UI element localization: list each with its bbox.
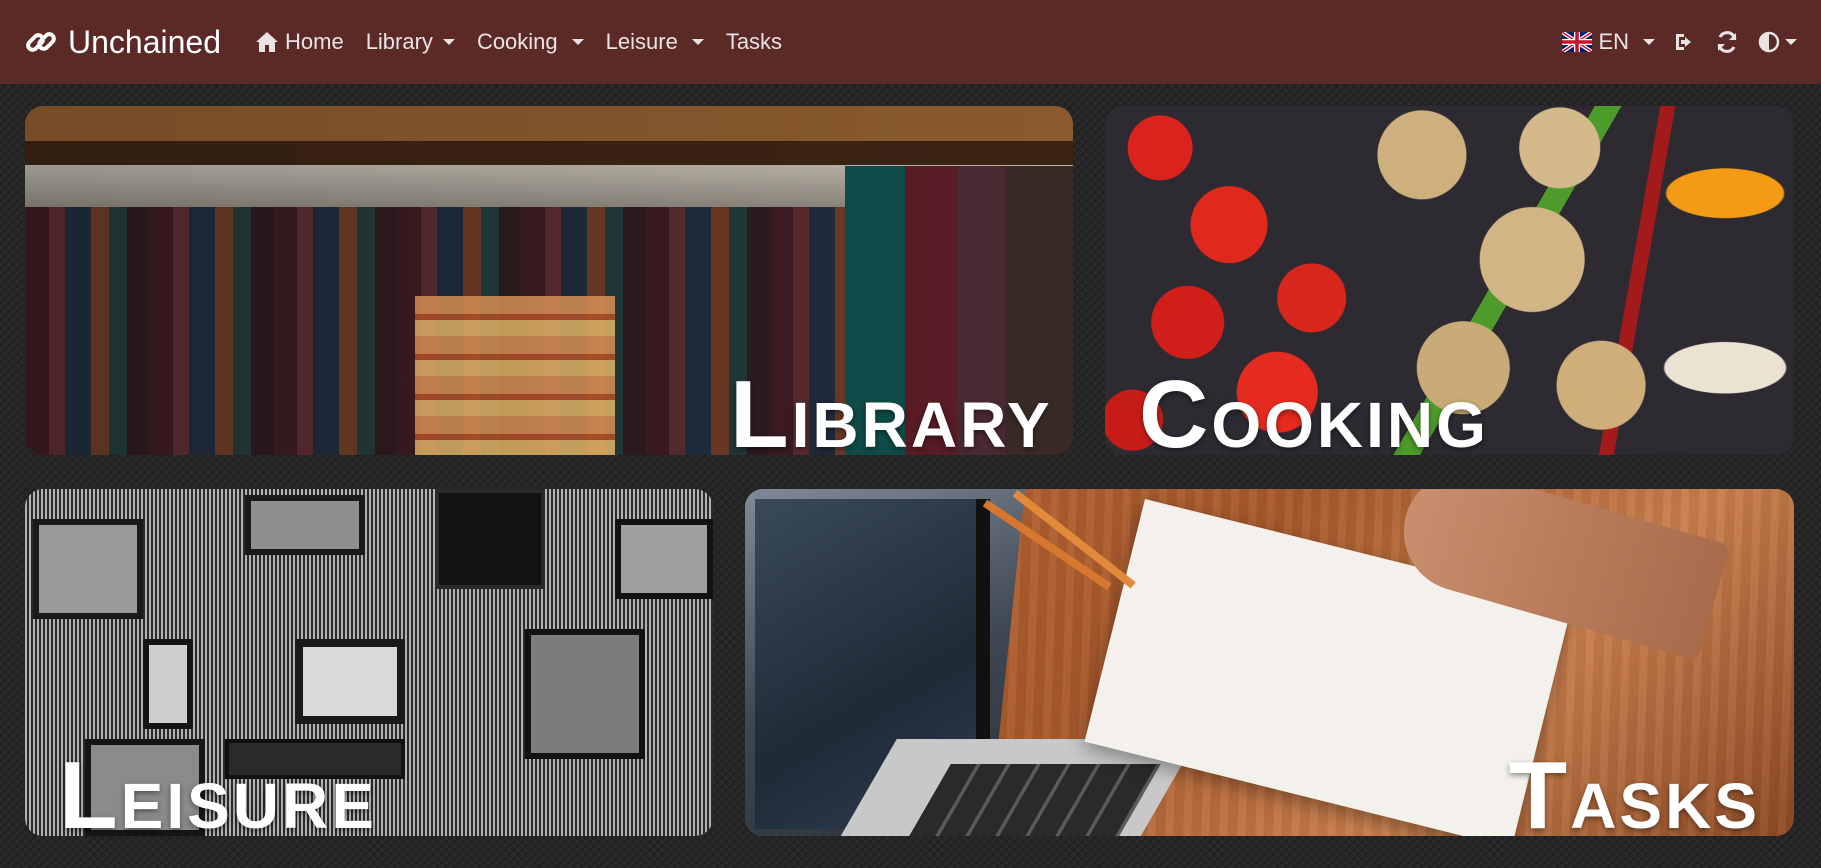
nav-leisure-dropdown[interactable]: Leisure [606,29,704,55]
nav-cooking-dropdown[interactable]: Cooking [477,29,584,55]
refresh-icon [1715,30,1739,54]
logout-icon [1673,30,1697,54]
navbar-tools: EN [1562,29,1797,55]
chevron-down-icon [691,39,704,45]
leisure-tile[interactable]: Leisure [25,489,713,836]
nav-leisure-label: Leisure [605,29,678,54]
brand-name: Unchained [68,23,221,60]
cooking-title: Cooking [1139,361,1489,456]
top-navbar: Unchained Home Library Cooking Leisure T… [0,0,1821,84]
chain-link-icon [24,25,58,59]
nav-home[interactable]: Home [255,29,344,55]
library-title: Library [730,361,1053,456]
language-label: EN [1598,29,1629,54]
chevron-down-icon [1785,39,1797,45]
chevron-down-icon [1643,39,1655,45]
nav-tasks[interactable]: Tasks [726,29,782,55]
home-icon [255,31,279,53]
language-dropdown[interactable]: EN [1562,29,1655,55]
tasks-tile[interactable]: Tasks [745,489,1794,836]
theme-toggle-dropdown[interactable] [1757,30,1797,54]
leisure-title: Leisure [59,742,377,837]
tasks-title: Tasks [1508,742,1760,837]
brand-link[interactable]: Unchained [24,24,221,61]
chevron-down-icon [442,39,455,45]
nav-home-label: Home [285,29,344,54]
logout-button[interactable] [1673,30,1697,54]
nav-cooking-label: Cooking [476,29,558,54]
refresh-button[interactable] [1715,30,1739,54]
cooking-tile[interactable]: Cooking [1105,106,1794,455]
nav-library-label: Library [365,29,433,54]
library-tile[interactable]: Library [25,106,1073,455]
theme-contrast-icon [1757,30,1781,54]
nav-tasks-label: Tasks [725,29,783,54]
main-nav: Home Library Cooking Leisure Tasks [255,29,782,55]
chevron-down-icon [571,39,584,45]
nav-library-dropdown[interactable]: Library [366,29,455,55]
uk-flag-icon [1562,32,1593,52]
